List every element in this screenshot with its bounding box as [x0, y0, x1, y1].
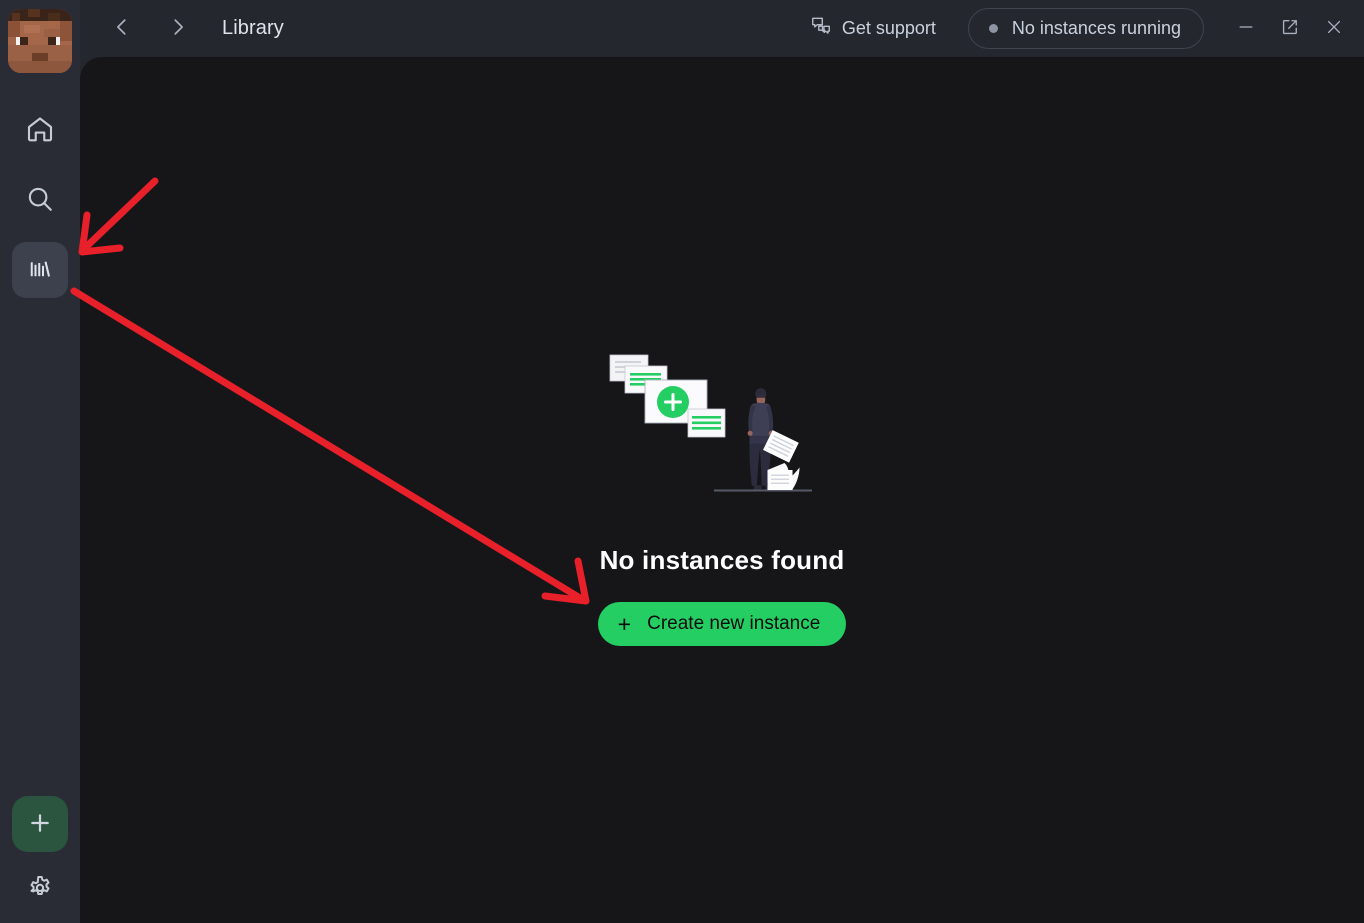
close-icon: [1324, 17, 1344, 40]
gear-icon: [25, 873, 55, 906]
get-support-button[interactable]: Get support: [802, 9, 944, 48]
minecraft-player-avatar-icon: [8, 9, 72, 73]
close-button[interactable]: [1312, 9, 1356, 49]
minimize-button[interactable]: [1224, 9, 1268, 49]
chevron-right-icon: [167, 16, 189, 41]
content-area: No instances found + Create new instance: [80, 57, 1364, 923]
status-label: No instances running: [1011, 18, 1181, 38]
empty-instances-illustration: [609, 354, 812, 492]
status-badge[interactable]: No instances running: [967, 8, 1204, 49]
home-icon: [25, 114, 55, 147]
empty-state-title: No instances found: [599, 545, 845, 575]
chevron-left-icon: [111, 16, 133, 41]
popout-button[interactable]: [1268, 9, 1312, 49]
open-external-icon: [1280, 17, 1300, 40]
nav-forward-button[interactable]: [158, 9, 198, 49]
avatar[interactable]: [8, 9, 72, 73]
nav-back-button[interactable]: [102, 9, 142, 49]
app-window: Library Get support No instances running: [0, 0, 1364, 923]
get-support-label: Get support: [841, 18, 936, 38]
search-icon: [25, 184, 55, 217]
status-dot-icon: [988, 24, 998, 33]
create-new-instance-label: Create new instance: [647, 613, 821, 634]
add-instance-button[interactable]: [12, 796, 68, 852]
empty-state: No instances found + Create new instance: [597, 347, 847, 646]
page-title: Library: [222, 17, 284, 39]
sidebar-item-home[interactable]: [12, 102, 68, 158]
sidebar: [0, 0, 80, 923]
sidebar-item-library[interactable]: [12, 242, 68, 298]
plus-icon: [26, 809, 54, 840]
plus-icon: +: [617, 610, 632, 637]
library-books-icon: [25, 254, 55, 287]
sidebar-item-search[interactable]: [12, 172, 68, 228]
minimize-icon: [1236, 17, 1256, 40]
speech-bubbles-icon: [810, 15, 832, 42]
create-new-instance-button[interactable]: + Create new instance: [597, 602, 847, 646]
titlebar: Library Get support No instances running: [80, 0, 1364, 57]
right-column: Library Get support No instances running: [80, 0, 1364, 923]
settings-button[interactable]: [12, 866, 68, 912]
